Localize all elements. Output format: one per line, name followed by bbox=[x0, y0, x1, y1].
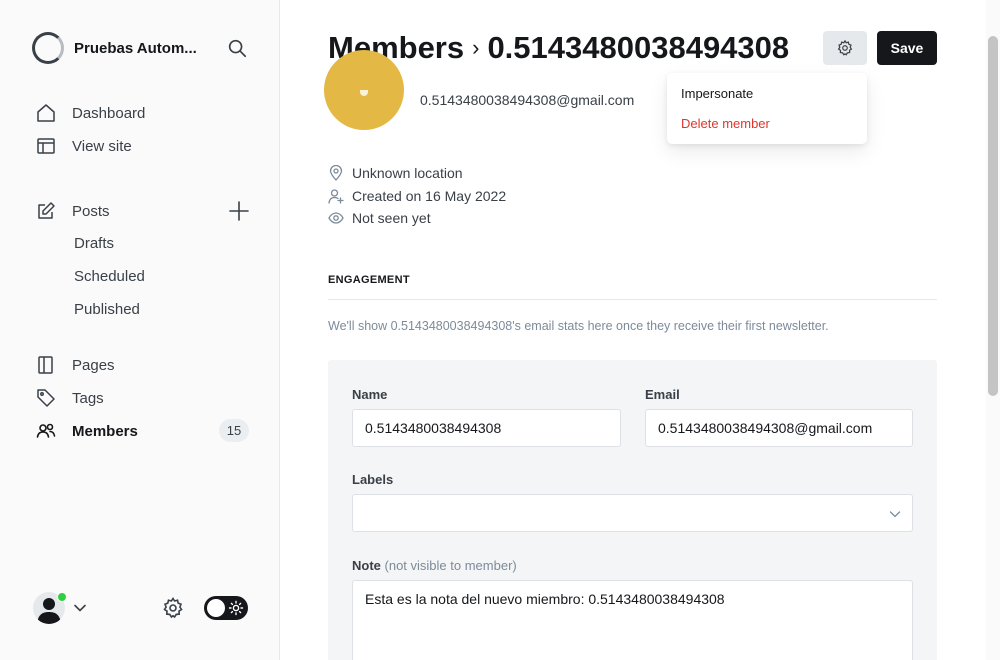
home-icon bbox=[36, 103, 56, 123]
member-actions-menu: Impersonate Delete member bbox=[667, 73, 867, 144]
nav-members-label: Members bbox=[72, 422, 138, 440]
name-input[interactable]: 0.5143480038494308 bbox=[352, 409, 621, 447]
members-count-badge: 15 bbox=[219, 419, 249, 442]
member-last-seen: Not seen yet bbox=[328, 210, 431, 226]
note-label: Note (not visible to member) bbox=[352, 558, 517, 573]
chevron-down-icon bbox=[889, 511, 901, 518]
gear-icon bbox=[837, 39, 853, 56]
nav-posts[interactable]: Posts bbox=[36, 199, 110, 223]
layout-icon bbox=[36, 136, 56, 156]
created-text: Created on 16 May 2022 bbox=[352, 188, 507, 204]
nav-scheduled[interactable]: Scheduled bbox=[74, 265, 145, 289]
sidebar: Pruebas Autom... Dashboard View site Pos… bbox=[0, 0, 280, 660]
name-label: Name bbox=[352, 387, 388, 402]
site-logo-icon bbox=[32, 32, 64, 64]
member-actions-button[interactable] bbox=[823, 31, 867, 65]
scrollbar-thumb[interactable] bbox=[988, 36, 998, 396]
member-form: Name 0.5143480038494308 Email 0.51434800… bbox=[328, 360, 937, 660]
note-hint: (not visible to member) bbox=[384, 558, 517, 573]
nav-tags[interactable]: Tags bbox=[36, 386, 104, 410]
nav-pages[interactable]: Pages bbox=[36, 353, 115, 377]
location-pin-icon bbox=[328, 165, 344, 181]
note-textarea[interactable]: Esta es la nota del nuevo miembro: 0.514… bbox=[352, 580, 913, 660]
settings-gear-icon[interactable] bbox=[161, 596, 185, 620]
member-avatar bbox=[324, 50, 404, 130]
chevron-down-icon[interactable] bbox=[73, 601, 87, 615]
sun-icon bbox=[228, 600, 244, 616]
nav-dashboard[interactable]: Dashboard bbox=[36, 101, 145, 125]
tag-icon bbox=[36, 388, 56, 408]
engagement-heading: ENGAGEMENT bbox=[328, 274, 410, 286]
delete-member-menu-item[interactable]: Delete member bbox=[667, 113, 867, 143]
nav-pages-label: Pages bbox=[72, 356, 115, 374]
nav-dashboard-label: Dashboard bbox=[72, 104, 146, 122]
add-post-icon[interactable] bbox=[228, 200, 250, 222]
labels-select[interactable] bbox=[352, 494, 913, 532]
location-text: Unknown location bbox=[352, 165, 463, 181]
nav-view-site[interactable]: View site bbox=[36, 134, 132, 158]
nav-view-site-label: View site bbox=[72, 137, 132, 155]
nav-drafts[interactable]: Drafts bbox=[74, 232, 114, 256]
member-email: 0.5143480038494308@gmail.com bbox=[420, 92, 635, 108]
site-title: Pruebas Autom... bbox=[74, 39, 197, 57]
members-icon bbox=[36, 421, 56, 441]
pages-icon bbox=[36, 355, 56, 375]
note-label-text: Note bbox=[352, 558, 381, 573]
member-created: Created on 16 May 2022 bbox=[328, 188, 506, 204]
nav-published[interactable]: Published bbox=[74, 298, 140, 322]
engagement-note: We'll show 0.5143480038494308's email st… bbox=[328, 319, 829, 333]
user-add-icon bbox=[328, 188, 344, 204]
nav-tags-label: Tags bbox=[72, 389, 104, 407]
impersonate-menu-item[interactable]: Impersonate bbox=[667, 83, 867, 113]
breadcrumb-separator: › bbox=[472, 35, 480, 60]
email-input[interactable]: 0.5143480038494308@gmail.com bbox=[645, 409, 913, 447]
brand[interactable]: Pruebas Autom... bbox=[32, 32, 209, 64]
main-content: Members › 0.5143480038494308 Save 0.5143… bbox=[280, 0, 986, 660]
labels-label: Labels bbox=[352, 472, 394, 487]
theme-toggle[interactable] bbox=[204, 596, 248, 620]
eye-icon bbox=[328, 210, 344, 226]
search-icon[interactable] bbox=[226, 37, 248, 59]
online-status-dot bbox=[57, 592, 67, 602]
email-label: Email bbox=[645, 387, 680, 402]
page-title: 0.5143480038494308 bbox=[487, 30, 790, 65]
nav-posts-label: Posts bbox=[72, 202, 110, 220]
last-seen-text: Not seen yet bbox=[352, 210, 431, 226]
toggle-knob bbox=[207, 599, 225, 617]
save-button[interactable]: Save bbox=[877, 31, 937, 65]
nav-members[interactable]: Members bbox=[36, 419, 138, 443]
member-location: Unknown location bbox=[328, 165, 463, 181]
divider bbox=[328, 299, 937, 300]
edit-icon bbox=[36, 201, 56, 221]
